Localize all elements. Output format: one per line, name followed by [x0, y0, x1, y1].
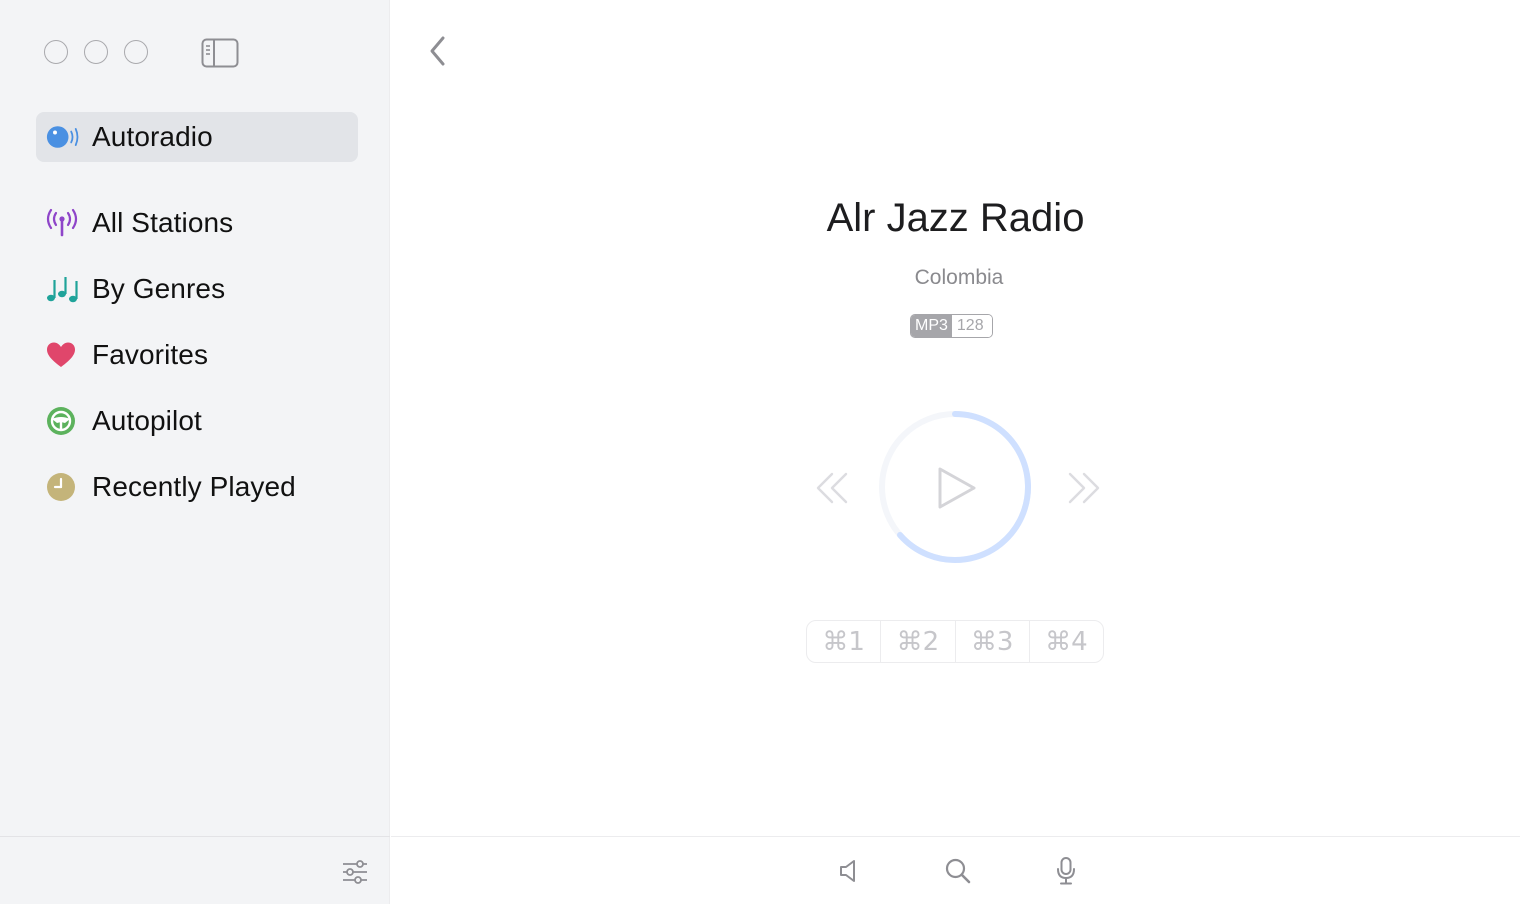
- sidebar-item-label: Favorites: [92, 339, 209, 370]
- preset-shortcut-2[interactable]: ⌘2: [880, 621, 954, 662]
- format-label: MP3: [911, 315, 952, 337]
- search-button[interactable]: [941, 855, 975, 887]
- equalizer-settings-button[interactable]: [340, 859, 370, 885]
- speaker-icon: [840, 860, 855, 882]
- microphone-icon: [1057, 857, 1075, 885]
- autoradio-icon: [46, 119, 82, 155]
- sidebar-item-autopilot[interactable]: Autopilot: [36, 396, 358, 446]
- clock-icon: [46, 469, 82, 505]
- chevron-left-icon: [430, 36, 445, 66]
- heart-icon: [46, 337, 82, 373]
- sidebar-item-label: Autopilot: [92, 405, 202, 436]
- sidebar-item-recently-played[interactable]: Recently Played: [36, 462, 358, 512]
- sidebar-item-autoradio[interactable]: Autoradio: [36, 112, 358, 162]
- back-button[interactable]: [423, 32, 453, 70]
- loading-spinner: [878, 410, 1032, 564]
- sliders-icon: [343, 860, 367, 884]
- sidebar-item-by-genres[interactable]: By Genres: [36, 264, 358, 314]
- app-window: Autoradio All Stations By Genres Favorit…: [0, 0, 1520, 904]
- preset-shortcut-3[interactable]: ⌘3: [954, 621, 1029, 662]
- bottom-toolbar: [391, 836, 1520, 904]
- station-title: Alr Jazz Radio: [826, 196, 1085, 240]
- bitrate-label: 128: [951, 315, 992, 337]
- next-station-button[interactable]: [1063, 470, 1101, 506]
- sidebar-item-label: Recently Played: [92, 471, 296, 502]
- sidebar-toggle-icon: [201, 38, 239, 68]
- sidebar-item-label: All Stations: [92, 207, 234, 238]
- search-icon: [945, 858, 971, 884]
- double-chevron-right-icon: [1068, 472, 1100, 504]
- preset-shortcut-4[interactable]: ⌘4: [1028, 621, 1103, 662]
- stream-format-badge: MP3 128: [910, 314, 993, 338]
- previous-station-button[interactable]: [815, 470, 853, 506]
- zoom-window-button[interactable]: [124, 40, 148, 64]
- play-button[interactable]: [918, 450, 994, 526]
- sidebar-toggle-button[interactable]: [200, 37, 240, 69]
- sidebar-footer: [0, 836, 390, 904]
- preset-shortcut-1[interactable]: ⌘1: [807, 621, 880, 662]
- antenna-icon: [46, 205, 82, 241]
- sidebar: Autoradio All Stations By Genres Favorit…: [0, 0, 390, 904]
- sidebar-item-label: By Genres: [92, 273, 226, 304]
- steering-wheel-icon: [46, 403, 82, 439]
- sidebar-item-all-stations[interactable]: All Stations: [36, 198, 358, 248]
- music-notes-icon: [46, 271, 82, 307]
- preset-shortcuts: ⌘1 ⌘2 ⌘3 ⌘4: [806, 620, 1104, 663]
- close-window-button[interactable]: [44, 40, 68, 64]
- play-icon: [938, 467, 976, 509]
- microphone-button[interactable]: [1049, 855, 1083, 887]
- sidebar-item-label: Autoradio: [92, 121, 213, 152]
- main-panel: Alr Jazz Radio Colombia MP3 128 ⌘1 ⌘2 ⌘3…: [391, 0, 1520, 904]
- volume-button[interactable]: [833, 855, 867, 887]
- double-chevron-left-icon: [816, 472, 848, 504]
- minimize-window-button[interactable]: [84, 40, 108, 64]
- sidebar-item-favorites[interactable]: Favorites: [36, 330, 358, 380]
- station-country: Colombia: [914, 266, 1004, 289]
